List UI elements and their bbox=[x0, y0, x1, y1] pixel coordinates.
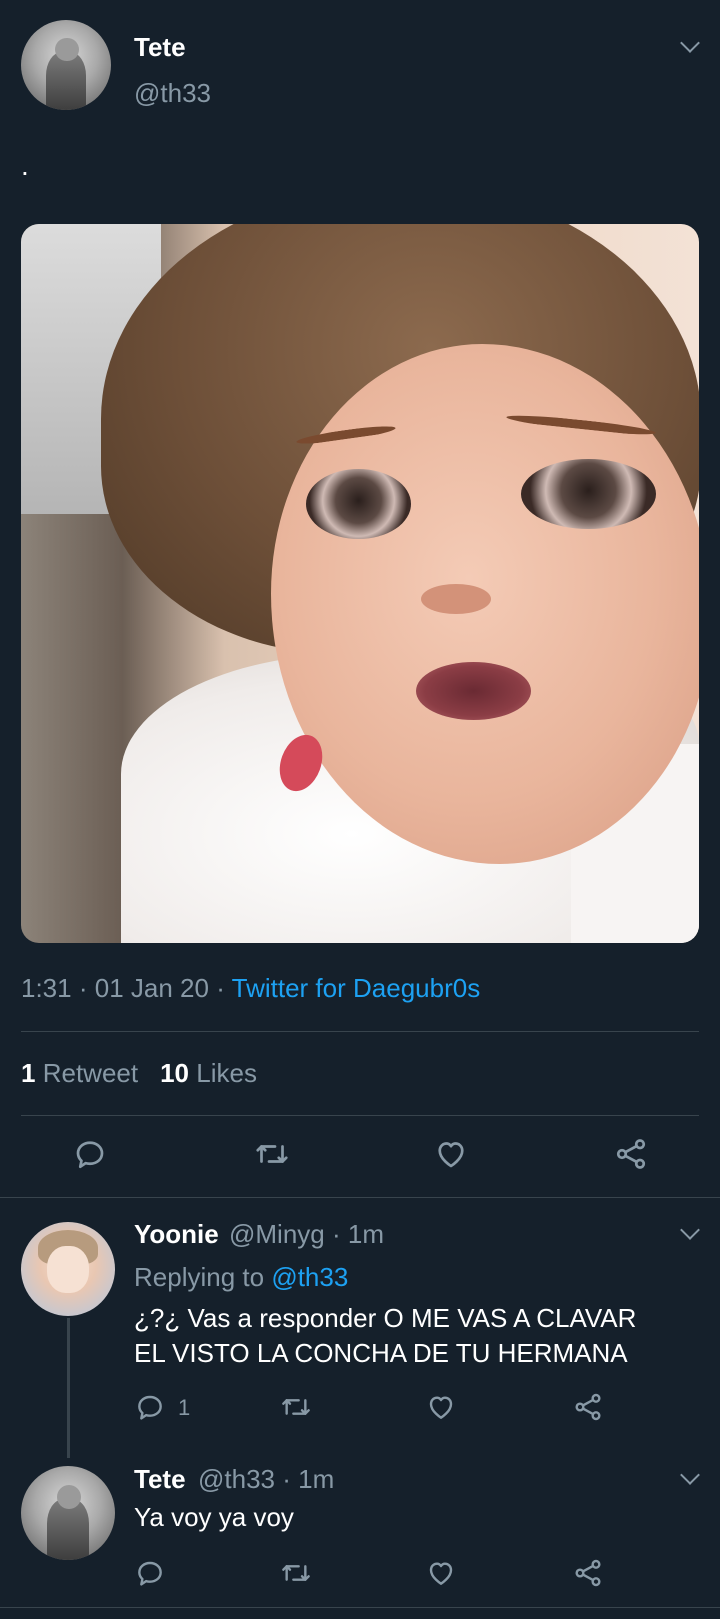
reply-author-name[interactable]: Yoonie bbox=[134, 1219, 219, 1250]
tweet-text: . bbox=[21, 150, 29, 181]
divider bbox=[21, 1115, 699, 1116]
avatar[interactable] bbox=[21, 1222, 115, 1316]
retweets-stat[interactable]: 1 Retweet bbox=[21, 1058, 138, 1088]
divider bbox=[21, 1031, 699, 1032]
tweet-date: 01 Jan 20 bbox=[94, 973, 209, 1003]
like-icon[interactable] bbox=[433, 1136, 469, 1172]
author-handle[interactable]: @th33 bbox=[134, 78, 211, 109]
reply-handle-time: @th33 · 1m bbox=[198, 1464, 334, 1495]
reply-age: 1m bbox=[298, 1464, 335, 1494]
reply-icon[interactable] bbox=[134, 1391, 166, 1423]
retweet-icon[interactable] bbox=[280, 1391, 312, 1423]
separator: · bbox=[331, 1219, 341, 1249]
thread-line bbox=[67, 1318, 70, 1458]
avatar[interactable] bbox=[21, 20, 111, 110]
share-icon[interactable] bbox=[572, 1391, 604, 1423]
chevron-down-icon[interactable] bbox=[680, 1465, 700, 1485]
author-name[interactable]: Tete bbox=[134, 32, 186, 63]
reply-text-line: ¿?¿ Vas a responder O ME VAS A CLAVAR bbox=[134, 1303, 637, 1333]
likes-stat[interactable]: 10 Likes bbox=[160, 1058, 257, 1088]
tweet-detail-page: Tete @th33 . 1:31 · 01 Jan 20 · Twitter … bbox=[0, 0, 720, 1619]
retweet-label: Retweet bbox=[42, 1058, 139, 1088]
retweet-icon[interactable] bbox=[280, 1557, 312, 1589]
like-icon[interactable] bbox=[425, 1391, 457, 1423]
reply-icon[interactable] bbox=[72, 1136, 108, 1172]
chevron-down-icon[interactable] bbox=[680, 1220, 700, 1240]
reply-author-name[interactable]: Tete bbox=[134, 1464, 186, 1495]
like-icon[interactable] bbox=[425, 1557, 457, 1589]
reply-count: 1 bbox=[178, 1395, 191, 1420]
reply-handle-time: @Minyg · 1m bbox=[229, 1219, 384, 1250]
tweet-source-link[interactable]: Twitter for Daegubr0s bbox=[232, 973, 481, 1003]
replying-to: Replying to @th33 bbox=[134, 1262, 348, 1293]
separator: · bbox=[78, 973, 88, 1003]
separator: · bbox=[216, 973, 225, 1003]
like-count: 10 bbox=[160, 1058, 190, 1088]
retweet-count: 1 bbox=[21, 1058, 36, 1088]
chevron-down-icon[interactable] bbox=[680, 33, 700, 53]
reply-age: 1m bbox=[347, 1219, 385, 1249]
avatar[interactable] bbox=[21, 1466, 115, 1560]
reply-text-line: EL VISTO LA CONCHA DE TU HERMANA bbox=[134, 1338, 628, 1368]
reply-text: Ya voy ya voy bbox=[134, 1502, 294, 1532]
like-label: Likes bbox=[196, 1058, 257, 1088]
reply-author-handle[interactable]: @Minyg bbox=[229, 1219, 325, 1249]
retweet-icon[interactable] bbox=[254, 1136, 290, 1172]
share-icon[interactable] bbox=[572, 1557, 604, 1589]
replying-prefix: Replying to bbox=[134, 1262, 265, 1292]
main-tweet-header: Tete @th33 bbox=[0, 0, 720, 140]
section-divider bbox=[0, 1607, 720, 1608]
share-icon[interactable] bbox=[613, 1136, 649, 1172]
tweet-meta: 1:31 · 01 Jan 20 · Twitter for Daegubr0s bbox=[21, 973, 480, 1004]
reply-text: ¿?¿ Vas a responder O ME VAS A CLAVAR EL… bbox=[134, 1301, 694, 1371]
tweet-stats: 1 Retweet 10 Likes bbox=[21, 1058, 257, 1089]
reply-author-handle[interactable]: @th33 bbox=[198, 1464, 275, 1494]
replying-handle-link[interactable]: @th33 bbox=[271, 1262, 348, 1292]
section-divider bbox=[0, 1197, 720, 1198]
separator: · bbox=[282, 1464, 291, 1494]
reply-icon[interactable] bbox=[134, 1557, 166, 1589]
tweet-time: 1:31 bbox=[21, 973, 72, 1003]
tweet-media-image[interactable] bbox=[21, 224, 699, 943]
